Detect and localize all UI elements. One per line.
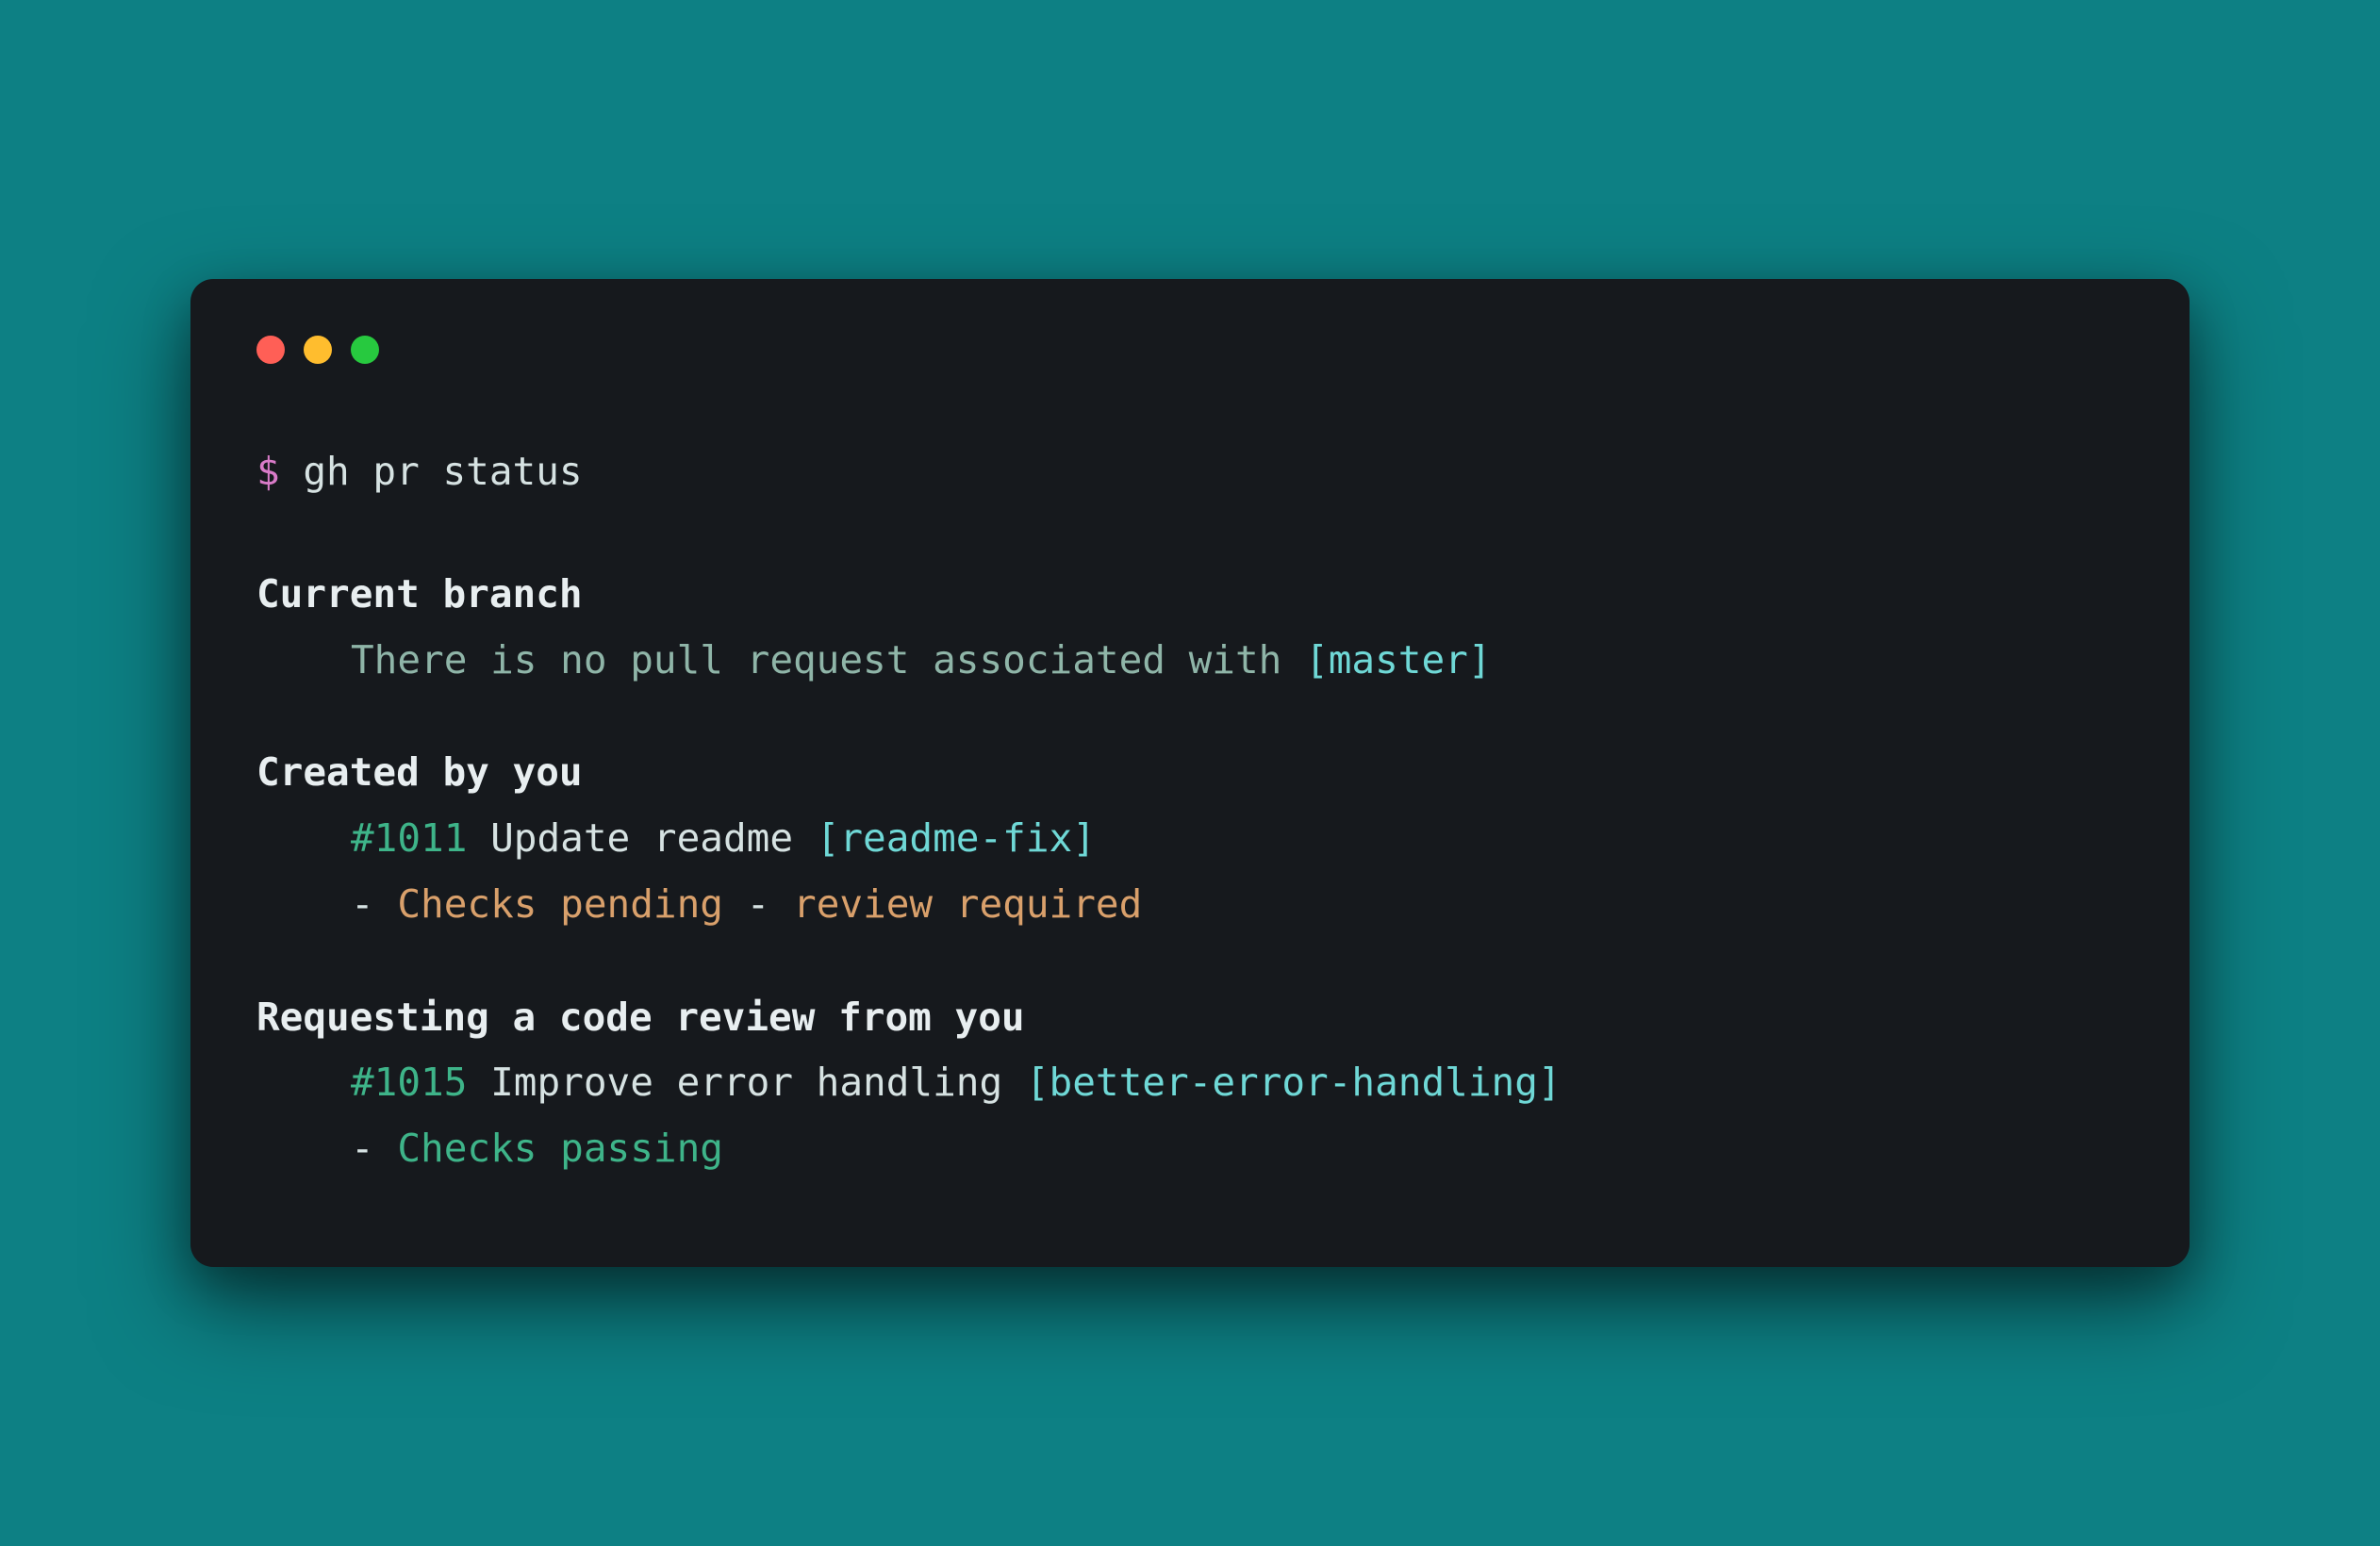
status-dash: -: [723, 881, 793, 927]
current-branch-message: There is no pull request associated with…: [256, 628, 2124, 694]
branch-message-text: There is no pull request associated with: [351, 637, 1305, 683]
status-review-required: review required: [793, 881, 1142, 927]
section-current-branch: Current branch There is no pull request …: [256, 562, 2124, 693]
section-header-requesting: Requesting a code review from you: [256, 985, 2124, 1051]
pr-review-line: #1015 Improve error handling [better-err…: [256, 1050, 2124, 1116]
section-created-by-you: Created by you #1011 Update readme [read…: [256, 740, 2124, 937]
minimize-icon[interactable]: [304, 336, 332, 364]
pr-created-status: - Checks pending - review required: [256, 872, 2124, 938]
prompt-line: $ gh pr status: [256, 439, 2124, 505]
pr-number: #1015: [351, 1060, 467, 1105]
terminal-window: $ gh pr status Current branch There is n…: [190, 279, 2190, 1266]
command-text: gh pr status: [280, 449, 583, 494]
pr-branch: [readme-fix]: [817, 815, 1096, 861]
pr-number: #1011: [351, 815, 467, 861]
status-dash: -: [351, 1126, 397, 1171]
traffic-lights: [256, 336, 2124, 364]
pr-branch: [better-error-handling]: [1026, 1060, 1562, 1105]
section-header-created: Created by you: [256, 740, 2124, 806]
section-header-current-branch: Current branch: [256, 562, 2124, 628]
maximize-icon[interactable]: [351, 336, 379, 364]
branch-name: [master]: [1305, 637, 1491, 683]
section-requesting-review: Requesting a code review from you #1015 …: [256, 985, 2124, 1182]
pr-review-status: - Checks passing: [256, 1116, 2124, 1182]
pr-created-line: #1011 Update readme [readme-fix]: [256, 806, 2124, 872]
pr-title: Update readme: [490, 815, 817, 861]
status-dash: -: [351, 881, 397, 927]
prompt-symbol: $: [256, 449, 280, 494]
status-checks-passing: Checks passing: [397, 1126, 723, 1171]
close-icon[interactable]: [256, 336, 285, 364]
terminal-body[interactable]: $ gh pr status Current branch There is n…: [256, 439, 2124, 1181]
pr-title: Improve error handling: [490, 1060, 1026, 1105]
status-checks-pending: Checks pending: [397, 881, 723, 927]
